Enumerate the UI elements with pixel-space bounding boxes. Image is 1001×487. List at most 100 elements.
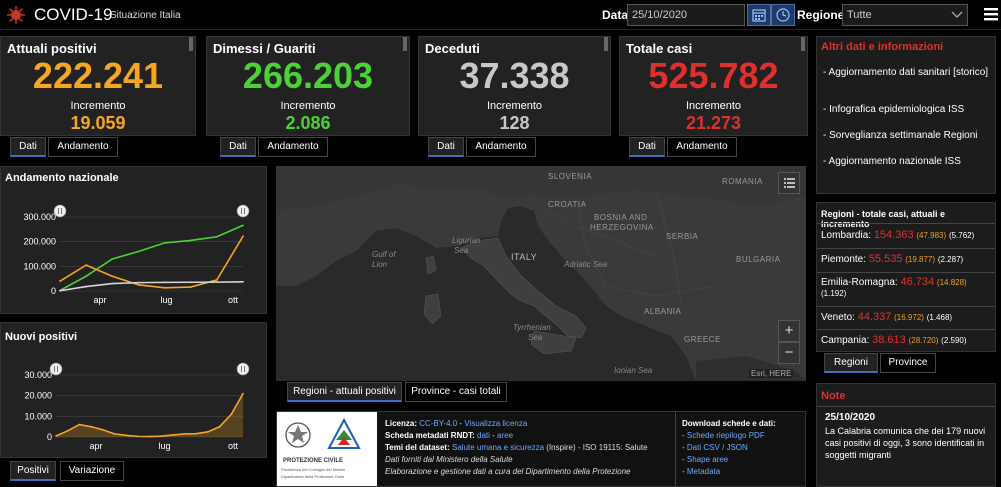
data-point: [189, 239, 192, 242]
data-point: [111, 275, 114, 278]
range-handle[interactable]: [236, 204, 250, 218]
card-value: 525.782: [648, 55, 779, 96]
tab-positivi[interactable]: Positivi: [10, 461, 56, 481]
map-sea-label: Ionian Sea: [614, 366, 653, 375]
scrollbar[interactable]: [189, 37, 193, 51]
card-value: 266.203: [242, 55, 374, 96]
data-point: [242, 392, 244, 395]
protezione-civile-icon: [327, 418, 361, 449]
menu-icon[interactable]: [983, 6, 999, 22]
andamento-panel: Andamento nazionale 300.000 200.000 100.00…: [0, 166, 267, 314]
tab-dati-deceduti[interactable]: Dati: [428, 137, 464, 157]
temi-line: Temi del dataset: Salute umana e sicurez…: [385, 442, 667, 454]
data-point: [215, 279, 218, 281]
card-inc-value: 2.086: [285, 113, 331, 133]
download-csv-link[interactable]: Dati CSV / JSON: [687, 443, 748, 452]
data-point: [136, 435, 139, 438]
download-pdf-link[interactable]: Schede riepilogo PDF: [687, 431, 765, 440]
tab-province-totali[interactable]: Province - casi totali: [405, 382, 507, 402]
temi-link[interactable]: Salute umana e sicurezza: [452, 443, 544, 452]
chevron-down-icon: [951, 11, 963, 18]
temi-label: Temi del dataset:: [385, 443, 450, 452]
series-line: [59, 235, 244, 289]
map-label: SLOVENIA: [548, 172, 593, 181]
region-row-piemonte[interactable]: Piemonte: 55.535 (19.877) (2.287): [821, 254, 993, 266]
date-label: Data: [602, 8, 629, 22]
data-point: [137, 283, 140, 286]
card-title: Totale casi: [626, 41, 693, 56]
tab-andamento-totale[interactable]: Andamento: [667, 137, 737, 157]
region-row-veneto[interactable]: Veneto: 44.337 (16.972) (1.468): [821, 312, 993, 324]
tab-regioni[interactable]: Regioni: [824, 353, 878, 373]
scrollbar[interactable]: [604, 37, 608, 51]
data-point: [137, 250, 140, 253]
data-point: [215, 281, 218, 284]
map-sea-label: Lion: [372, 260, 388, 269]
series-area: [56, 393, 243, 437]
scheda-aree-link[interactable]: aree: [497, 431, 513, 440]
elaborazione-line: Elaborazione e gestione dati a cura del …: [385, 467, 631, 476]
y-tick-label: 10.000: [24, 411, 52, 421]
data-point: [137, 281, 140, 284]
app-header: COVID-19 Situazione Italia Data 25/10/20…: [0, 0, 1001, 30]
scheda-dati-link[interactable]: dati: [477, 431, 490, 440]
range-handle[interactable]: [53, 204, 67, 218]
map-sea-label: Sea: [528, 333, 543, 342]
download-metadata-link[interactable]: Metadata: [687, 467, 720, 476]
link-infografica[interactable]: - Infografica epidemiologica ISS: [823, 104, 993, 116]
tab-andamento-dimessi[interactable]: Andamento: [258, 137, 328, 157]
range-handle[interactable]: [236, 362, 250, 376]
scrollbar[interactable]: [403, 37, 407, 51]
zoom-out-button[interactable]: −: [778, 342, 800, 364]
region-select-value: Tutte: [847, 9, 872, 21]
link-aggiornamento-iss[interactable]: - Aggiornamento nazionale ISS: [823, 156, 993, 168]
x-tick-label: lug: [158, 441, 170, 451]
calendar-button[interactable]: [747, 4, 771, 26]
data-point: [78, 423, 81, 426]
tab-province[interactable]: Province: [880, 353, 936, 373]
scrollbar[interactable]: [801, 37, 805, 51]
map-view[interactable]: SLOVENIA CROATIA ROMANIA BOSNIA AND HERZ…: [276, 166, 806, 381]
logo-line1: PROTEZIONE CIVILE: [283, 458, 344, 464]
data-point: [111, 258, 114, 260]
tab-regioni-attuali[interactable]: Regioni - attuali positivi: [287, 382, 402, 402]
range-handle[interactable]: [49, 362, 63, 376]
region-select[interactable]: Tutte: [842, 4, 968, 26]
map-label: ALBANIA: [644, 307, 682, 316]
download-shape-link[interactable]: Shape aree: [687, 455, 728, 464]
map-label: SERBIA: [666, 232, 699, 241]
visualizza-licenza-link[interactable]: Visualizza licenza: [464, 419, 527, 428]
zoom-in-button[interactable]: +: [778, 320, 800, 342]
nuovi-chart: 30.000 20.000 10.000 0 apr lug ott: [24, 362, 250, 451]
card-attuali-positivi: Attuali positivi 222.241 Incremento 19.0…: [0, 36, 196, 136]
region-row-lombardia[interactable]: Lombardia: 154.363 (47.983) (5.762): [821, 230, 993, 242]
region-row-campania[interactable]: Campania: 38.613 (28.720) (2.590): [821, 335, 993, 347]
logo-line2: Presidenza del Consiglio dei Ministri: [281, 467, 346, 472]
map-layers-button[interactable]: [778, 172, 800, 194]
virus-icon: [7, 6, 25, 24]
time-button[interactable]: [771, 4, 795, 26]
tab-dati-dimessi[interactable]: Dati: [220, 137, 256, 157]
tab-dati-attuali[interactable]: Dati: [10, 137, 46, 157]
protezione-civile-logo: PROTEZIONE CIVILE Presidenza del Consigl…: [277, 412, 377, 486]
card-inc-label: Incremento: [685, 100, 742, 112]
licenza-link[interactable]: CC-BY-4.0: [419, 419, 457, 428]
note-panel: Note 25/10/2020 La Calabria comunica che…: [816, 383, 996, 487]
link-aggiornamento-dati[interactable]: - Aggiornamento dati sanitari [storico]: [823, 67, 993, 79]
tab-variazione[interactable]: Variazione: [60, 461, 124, 481]
regions-panel: Regioni - totale casi, attuali e increme…: [816, 202, 996, 352]
card-inc-label: Incremento: [280, 100, 336, 112]
tab-dati-totale[interactable]: Dati: [629, 137, 665, 157]
map-sea-label: Tyrrhenian: [513, 323, 551, 332]
licenza-label: Licenza:: [385, 419, 418, 428]
divider: [817, 248, 995, 249]
link-sorveglianza[interactable]: - Sorveglianza settimanale Regioni: [823, 130, 993, 142]
card-inc-label: Incremento: [70, 100, 126, 112]
date-input[interactable]: 25/10/2020: [627, 4, 745, 26]
map-sea-label: Sea: [454, 246, 469, 255]
data-point: [55, 435, 57, 437]
region-row-emilia-romagna[interactable]: Emilia-Romagna: 46.734 (14.828) (1.192): [821, 277, 993, 299]
tab-andamento-deceduti[interactable]: Andamento: [466, 137, 536, 157]
y-tick-label: 0: [47, 432, 52, 442]
tab-andamento-attuali[interactable]: Andamento: [48, 137, 118, 157]
